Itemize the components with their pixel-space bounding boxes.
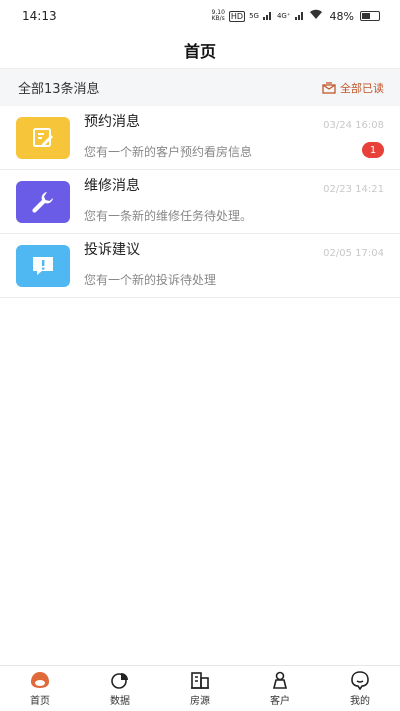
message-item-appointment[interactable]: 预约消息 您有一个新的客户预约看房信息 03/24 16:08 1 (0, 106, 400, 170)
message-item-repair[interactable]: 维修消息 您有一条新的维修任务待处理。 02/23 14:21 (0, 170, 400, 234)
tab-label: 房源 (190, 696, 210, 707)
tab-label: 数据 (110, 696, 130, 707)
tab-label: 客户 (270, 696, 290, 707)
tab-customers[interactable]: 客户 (240, 666, 320, 711)
status-indicators: 9.10 KB/s HD 5G 4G⁺ 48% (212, 9, 380, 23)
tab-data[interactable]: 数据 (80, 666, 160, 711)
battery-icon (360, 11, 380, 21)
speed-unit: KB/s (211, 15, 225, 22)
network-type-1: 5G (249, 12, 259, 20)
message-desc: 您有一个新的投诉待处理 (84, 273, 217, 287)
tab-profile[interactable]: 我的 (320, 666, 400, 711)
tab-label: 我的 (350, 696, 370, 707)
battery-level (362, 13, 370, 19)
battery-percent: 48% (329, 9, 354, 23)
message-desc: 您有一条新的维修任务待处理。 (84, 209, 253, 223)
page-title: 首页 (183, 42, 216, 61)
message-list: 预约消息 您有一个新的客户预约看房信息 03/24 16:08 1 维修消息 您… (0, 106, 400, 298)
message-time: 02/05 17:04 (323, 248, 384, 259)
status-bar: 14:13 9.10 KB/s HD 5G 4G⁺ 48% (0, 0, 400, 32)
message-time: 02/23 14:21 (323, 184, 384, 195)
bottom-tab-bar: 首页 数据 房源 客户 我的 (0, 665, 400, 711)
message-item-complaint[interactable]: 投诉建议 您有一个新的投诉待处理 02/05 17:04 (0, 234, 400, 298)
message-desc: 您有一个新的客户预约看房信息 (84, 145, 253, 159)
network-type-2: 4G⁺ (276, 12, 291, 20)
pie-chart-icon (109, 670, 131, 690)
tab-listings[interactable]: 房源 (160, 666, 240, 711)
profile-icon (349, 670, 371, 690)
signal-icon-2 (294, 10, 305, 23)
app-header: 首页 (0, 32, 400, 68)
wrench-icon (16, 180, 70, 223)
home-icon (29, 670, 51, 690)
building-icon (189, 670, 211, 690)
tab-label: 首页 (30, 696, 50, 707)
hd-icon: HD (228, 10, 246, 22)
mark-all-read-button[interactable]: 全部已读 (322, 80, 384, 96)
alert-message-icon (16, 244, 70, 287)
message-time: 03/24 16:08 (323, 120, 384, 131)
edit-note-icon (16, 116, 70, 159)
signal-icon-1 (262, 10, 273, 23)
customer-icon (269, 670, 291, 690)
unread-badge: 1 (362, 142, 384, 158)
network-speed: 9.10 KB/s (212, 10, 225, 22)
mark-all-read-label: 全部已读 (340, 81, 384, 95)
tab-home[interactable]: 首页 (0, 666, 80, 711)
status-time: 14:13 (22, 9, 57, 23)
message-count: 全部13条消息 (18, 82, 100, 97)
wifi-icon (309, 9, 323, 23)
message-summary-bar: 全部13条消息 全部已读 (0, 68, 400, 106)
mark-read-icon (322, 81, 336, 94)
